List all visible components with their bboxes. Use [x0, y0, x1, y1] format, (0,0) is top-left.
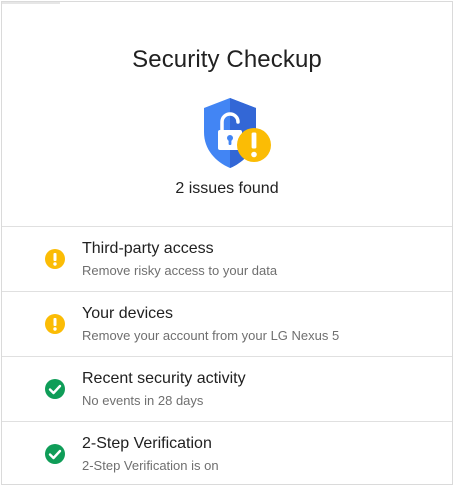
item-title: Third-party access [82, 240, 214, 257]
item-subtitle: 2-Step Verification is on [82, 458, 219, 473]
check-icon [44, 378, 66, 400]
checkup-header: Security Checkup 2 issues found [2, 2, 452, 226]
check-icon [44, 443, 66, 465]
item-title: Your devices [82, 305, 174, 322]
item-subtitle: Remove your account from your LG Nexus 5 [82, 328, 340, 343]
item-title: Recent security activity [82, 370, 246, 387]
checkup-item-third-party-access[interactable]: Third-party access Remove risky access t… [2, 226, 452, 290]
page-title: Security Checkup [132, 46, 322, 73]
warning-icon [44, 313, 66, 335]
item-subtitle: Remove risky access to your data [82, 263, 278, 278]
checkup-item-your-devices[interactable]: Your devices Remove your account from yo… [2, 291, 452, 355]
item-title: 2-Step Verification [82, 435, 212, 452]
issues-summary: 2 issues found [175, 180, 279, 197]
checkup-item-recent-security-activity[interactable]: Recent security activity No events in 28… [2, 356, 452, 420]
security-checkup-card: Security Checkup 2 issues found Third-pa… [1, 1, 453, 485]
warning-icon [44, 248, 66, 270]
shield-unlocked-warning-icon [200, 96, 276, 172]
checkup-item-2-step-verification[interactable]: 2-Step Verification 2-Step Verification … [2, 421, 452, 485]
item-subtitle: No events in 28 days [82, 393, 204, 408]
